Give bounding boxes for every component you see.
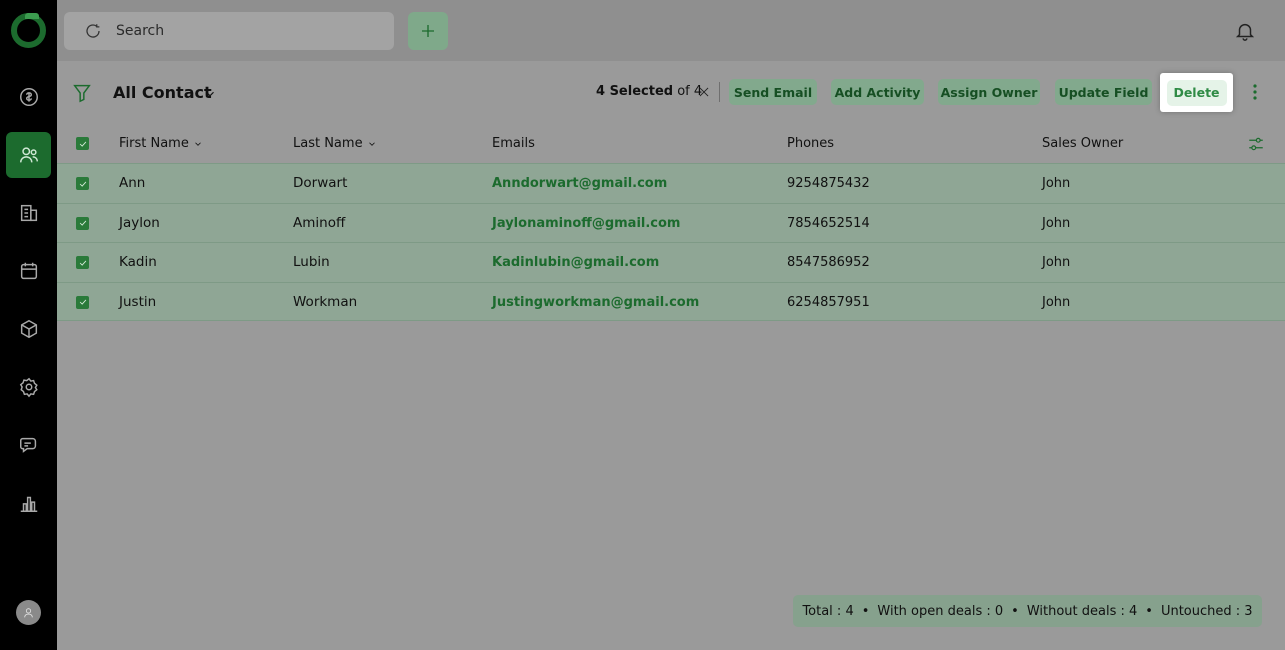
stat-total: Total : 4 [802,603,854,619]
update-field-button[interactable]: Update Field [1055,79,1152,105]
check-icon [79,141,86,147]
row-checkbox[interactable] [76,256,89,269]
cell-email[interactable]: Jaylonaminoff@gmail.com [492,216,680,231]
chevron-down-icon [368,141,375,146]
sidebar-item-products[interactable] [6,306,51,352]
view-selector-label[interactable]: All Contact [113,83,212,102]
selection-count: 4 Selected of 4 [596,84,703,99]
sidebar-item-contacts[interactable] [6,132,51,178]
row-checkbox[interactable] [76,216,89,230]
delete-highlight: Delete [1160,73,1233,112]
stat-without-deals: Without deals : 4 [1026,603,1138,619]
products-icon [20,319,37,339]
column-phones: Phones [787,136,835,151]
filter-icon [73,84,91,103]
search-input[interactable]: Search [64,12,394,50]
more-actions-button[interactable] [1247,83,1263,101]
column-settings-button[interactable] [1247,135,1265,153]
cell-last-name: Aminoff [293,214,346,231]
companies-icon [20,204,37,222]
column-last-name[interactable]: Last Name [293,136,377,151]
sidebar-item-deals[interactable] [6,74,51,120]
row-checkbox[interactable] [76,295,89,309]
cell-sales-owner: John [1042,176,1071,191]
summary-stats: Total : 4 • With open deals : 0 • Withou… [793,595,1262,627]
reports-icon [20,496,37,512]
cell-first-name: Jaylon [119,214,160,231]
table-header: First Name Last Name Emails Phones Sales… [57,123,1285,163]
calendar-icon [20,262,37,280]
cell-email[interactable]: Justingworkman@gmail.com [492,295,699,310]
contacts-icon [19,147,38,163]
bell-icon [1235,23,1255,41]
table-row[interactable]: Jaylon Aminoff Jaylonaminoff@gmail.com 7… [57,202,1285,242]
table-row[interactable]: Justin Workman Justingworkman@gmail.com … [57,281,1285,321]
deals-icon [19,88,38,106]
cell-first-name: Kadin [119,254,157,270]
cell-last-name: Workman [293,293,358,310]
add-activity-button[interactable]: Add Activity [831,79,924,105]
check-icon [79,260,86,266]
cell-sales-owner: John [1042,294,1071,310]
logo[interactable] [11,13,46,48]
kebab-icon [1253,84,1257,100]
table-row[interactable]: Kadin Lubin Kadinlubin@gmail.com 8547586… [57,242,1285,282]
sidebar-item-settings[interactable] [6,364,51,410]
check-icon [79,299,86,305]
notifications-button[interactable] [1234,20,1256,42]
column-emails: Emails [492,136,535,151]
user-avatar-icon [24,608,33,618]
column-settings-icon [1249,137,1263,151]
sidebar-item-companies[interactable] [6,190,51,236]
view-selector-chevron[interactable] [203,86,217,100]
cell-first-name: Justin [119,293,157,310]
search-icon [86,24,100,38]
chevron-down-icon [195,141,201,146]
cell-phone: 7854652514 [787,215,870,231]
cell-email[interactable]: Anndorwart@gmail.com [492,176,667,191]
cell-sales-owner: John [1042,215,1071,231]
stat-open-deals: With open deals : 0 [877,603,1004,619]
search-placeholder: Search [116,23,165,39]
send-email-button[interactable]: Send Email [729,79,817,105]
select-all-checkbox[interactable] [76,137,89,150]
sidebar-item-reports[interactable] [6,480,51,526]
assign-owner-button[interactable]: Assign Owner [938,79,1040,105]
plus-icon [422,25,434,37]
separator-dot: • [1145,603,1153,619]
delete-button[interactable]: Delete [1166,79,1227,106]
cell-first-name: Ann [119,175,146,191]
column-first-name[interactable]: First Name [119,136,203,151]
close-icon [699,87,709,97]
sidebar [0,0,57,650]
cell-last-name: Lubin [293,254,330,270]
chat-icon [19,437,36,453]
cell-email[interactable]: Kadinlubin@gmail.com [492,255,659,270]
sidebar-item-calendar[interactable] [6,248,51,294]
settings-icon [19,377,38,398]
cell-phone: 6254857951 [787,294,870,310]
top-bar: Search [57,0,1285,61]
cell-phone: 8547586952 [787,255,870,270]
cell-sales-owner: John [1042,255,1071,270]
divider [719,82,720,102]
contacts-table: First Name Last Name Emails Phones Sales… [57,123,1285,321]
add-button[interactable] [408,12,448,50]
user-avatar[interactable] [16,600,41,625]
cell-last-name: Dorwart [293,175,348,191]
check-icon [79,181,86,187]
cell-phone: 9254875432 [787,176,870,191]
clear-selection-button[interactable] [697,84,711,98]
sidebar-item-chat[interactable] [6,422,51,468]
check-icon [79,220,86,226]
stat-untouched: Untouched : 3 [1160,603,1253,619]
chevron-down-icon [206,91,214,97]
separator-dot: • [861,603,870,619]
column-sales-owner: Sales Owner [1042,136,1124,151]
table-row[interactable]: Ann Dorwart Anndorwart@gmail.com 9254875… [57,163,1285,203]
separator-dot: • [1011,603,1019,619]
list-toolbar: All Contact 4 Selected of 4 Send Email A… [57,61,1285,123]
row-checkbox[interactable] [76,177,89,190]
filter-button[interactable] [71,82,93,104]
